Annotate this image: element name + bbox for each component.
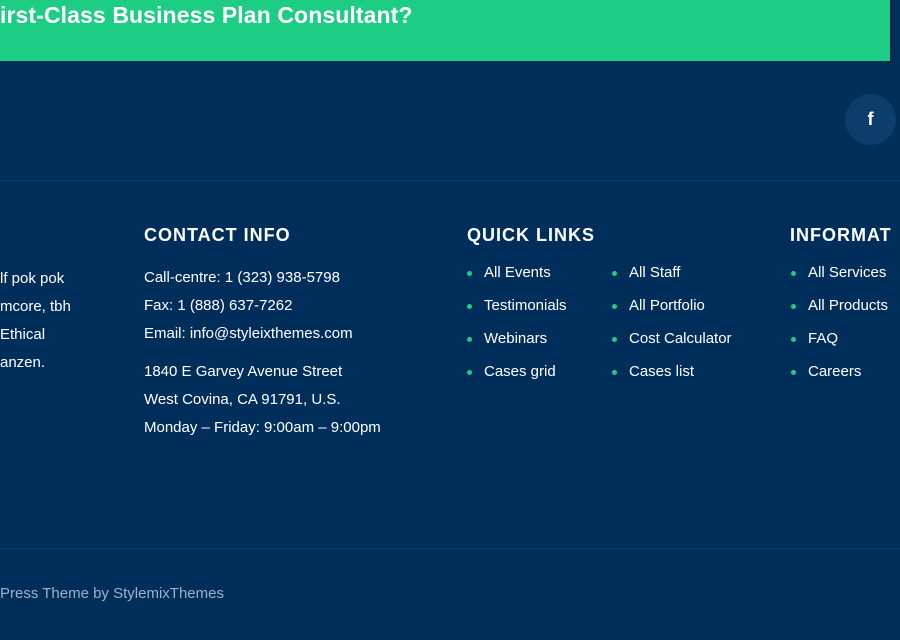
link-label: All Services [808, 264, 887, 281]
about-text: lf pok pok mcore, tbh Ethical anzen. [0, 265, 110, 377]
bullet-icon [467, 370, 472, 375]
bullet-icon [612, 304, 617, 309]
bullet-icon [467, 271, 472, 276]
link-label: Testimonials [484, 297, 567, 314]
quick-link-cost-calculator[interactable]: Cost Calculator [612, 330, 732, 363]
quick-link-webinars[interactable]: Webinars [467, 330, 567, 363]
contact-info-title: CONTACT INFO [144, 225, 291, 245]
quick-link-all-events[interactable]: All Events [467, 264, 567, 297]
information-title: INFORMAT [790, 225, 892, 245]
bullet-icon [612, 370, 617, 375]
bullet-icon [467, 304, 472, 309]
info-link-careers[interactable]: Careers [791, 363, 888, 396]
bullet-icon [791, 271, 796, 276]
contact-info: Call-centre: 1 (323) 938-5798 Fax: 1 (88… [144, 264, 381, 442]
footer-divider-top [0, 180, 900, 181]
info-link-all-services[interactable]: All Services [791, 264, 888, 297]
information-links: All Services All Products FAQ Careers [791, 264, 888, 396]
bullet-icon [612, 271, 617, 276]
info-link-all-products[interactable]: All Products [791, 297, 888, 330]
quick-links-title: QUICK LINKS [467, 225, 595, 245]
quick-link-testimonials[interactable]: Testimonials [467, 297, 567, 330]
about-line: lf pok pok [0, 270, 65, 287]
about-line: anzen. [0, 354, 46, 371]
bullet-icon [612, 337, 617, 342]
contact-phone[interactable]: Call-centre: 1 (323) 938-5798 [144, 264, 381, 292]
link-label: Cases list [629, 363, 695, 380]
link-label: All Products [808, 297, 889, 314]
quick-links-col2: All Staff All Portfolio Cost Calculator … [612, 264, 732, 396]
contact-email[interactable]: Email: info@styleixthemes.com [144, 320, 381, 348]
contact-address-line1: 1840 E Garvey Avenue Street [144, 363, 343, 380]
about-line: mcore, tbh [0, 298, 71, 315]
info-link-faq[interactable]: FAQ [791, 330, 888, 363]
link-label: Cases grid [484, 363, 556, 380]
bullet-icon [791, 370, 796, 375]
contact-hours: Monday – Friday: 9:00am – 9:00pm [144, 419, 381, 436]
quick-link-cases-grid[interactable]: Cases grid [467, 363, 567, 396]
link-label: Careers [808, 363, 862, 380]
link-label: All Staff [629, 264, 681, 281]
bullet-icon [467, 337, 472, 342]
cta-banner: irst-Class Business Plan Consultant? [0, 0, 890, 61]
contact-fax: Fax: 1 (888) 637-7262 [144, 297, 293, 314]
link-label: All Events [484, 264, 551, 281]
bullet-icon [791, 304, 796, 309]
link-label: Cost Calculator [629, 330, 732, 347]
quick-link-cases-list[interactable]: Cases list [612, 363, 732, 396]
quick-link-all-staff[interactable]: All Staff [612, 264, 732, 297]
link-label: FAQ [808, 330, 839, 347]
link-label: Webinars [484, 330, 548, 347]
footer-divider-bottom [0, 548, 900, 549]
bullet-icon [791, 337, 796, 342]
about-line: Ethical [0, 326, 46, 343]
link-label: All Portfolio [629, 297, 705, 314]
cta-title: irst-Class Business Plan Consultant? [0, 2, 413, 28]
cta-button-edge[interactable] [892, 0, 900, 44]
quick-links-col1: All Events Testimonials Webinars Cases g… [467, 264, 567, 396]
contact-address-line2: West Covina, CA 91791, U.S. [144, 391, 341, 408]
copyright-text: Press Theme by StylemixThemes [0, 585, 224, 602]
facebook-icon[interactable]: f [845, 94, 896, 145]
facebook-glyph: f [867, 109, 874, 129]
quick-link-all-portfolio[interactable]: All Portfolio [612, 297, 732, 330]
